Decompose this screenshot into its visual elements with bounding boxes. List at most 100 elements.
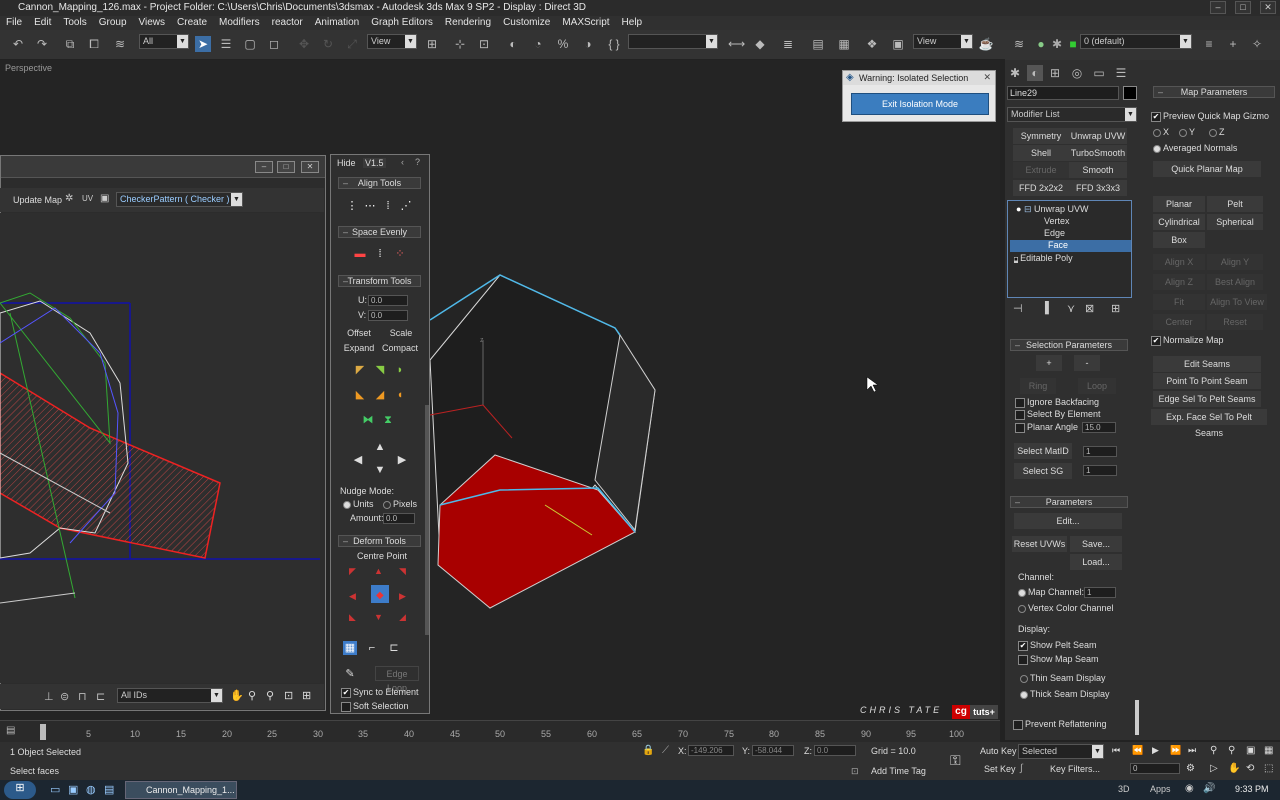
save-button[interactable]: Save...	[1070, 536, 1122, 552]
set-key-button[interactable]: Set Key	[984, 764, 1016, 774]
y-coord-field[interactable]: -58.044	[752, 745, 794, 756]
key-icon[interactable]: ⚿	[950, 752, 961, 769]
point-to-point-seam-button[interactable]: Point To Point Seam	[1153, 373, 1261, 389]
taskbar-3dsmax-task[interactable]: Cannon_Mapping_1...	[125, 781, 237, 799]
best-align-button[interactable]: Best Align	[1207, 274, 1263, 290]
link-icon[interactable]: ⧉	[62, 36, 78, 52]
nudge-right-icon[interactable]: ▶	[395, 453, 409, 467]
layer-freeze-icon[interactable]: ✱	[1049, 36, 1065, 52]
menu-item-reactor[interactable]: reactor	[266, 16, 309, 30]
parameters-header[interactable]: Parameters	[1010, 496, 1128, 508]
menu-item-edit[interactable]: Edit	[28, 16, 57, 30]
map-channel-spinner[interactable]: 1	[1084, 587, 1116, 598]
z-coord-field[interactable]: 0.0	[814, 745, 856, 756]
edit-seams-button[interactable]: Edit Seams	[1153, 356, 1261, 372]
rotate-90-icon[interactable]: ◥	[373, 363, 387, 377]
flip-90-icon[interactable]: ◢	[373, 388, 387, 402]
maximize-viewport-icon[interactable]: ⬚	[1264, 763, 1273, 774]
zoom-extents-icon[interactable]: ▣	[1246, 745, 1255, 756]
layer-manager-icon[interactable]: ≣	[780, 36, 796, 52]
utilities-tab-icon[interactable]: ☰	[1113, 65, 1129, 81]
texture-dropdown[interactable]: CheckerPattern ( Checker )	[116, 192, 243, 207]
reset-button[interactable]: Reset	[1207, 314, 1263, 330]
light-bulb-icon[interactable]: ●	[1016, 204, 1021, 214]
select-by-element-checkbox[interactable]: Select By Element	[1015, 409, 1101, 420]
prevent-reflattening-checkbox[interactable]: Prevent Reflattening	[1013, 719, 1107, 730]
tray-volume-icon[interactable]: 🔊	[1203, 783, 1215, 794]
named-selection-dropdown[interactable]	[628, 34, 718, 49]
remove-modifier-icon[interactable]: ⊠	[1085, 302, 1094, 315]
thin-seam-radio[interactable]: Thin Seam Display	[1020, 673, 1106, 683]
menu-item-customize[interactable]: Customize	[497, 16, 556, 30]
align-icon[interactable]: ◆	[752, 36, 768, 52]
quick-render-icon[interactable]: ☕	[978, 36, 994, 52]
edge-loop-button[interactable]: Edge Loop	[375, 666, 419, 693]
deform-tools-header[interactable]: Deform Tools	[338, 535, 421, 547]
create-tab-icon[interactable]: ✱	[1007, 65, 1023, 81]
minimize-icon[interactable]: –	[255, 161, 273, 173]
panel-scrollbar[interactable]	[425, 405, 429, 635]
object-name-field[interactable]: Line29	[1007, 86, 1119, 100]
v-spinner[interactable]: 0.0	[368, 310, 408, 321]
time-tag-icon[interactable]: ⊡	[851, 766, 859, 777]
show-desktop-icon[interactable]: ▭	[50, 783, 60, 796]
rotate-cw-icon[interactable]: ◗	[393, 363, 407, 377]
pan-view-icon[interactable]: ✋	[1228, 763, 1240, 774]
maximize-icon[interactable]: □	[1235, 1, 1251, 14]
expand-button[interactable]: Expand	[339, 341, 379, 356]
rotate-ccw-icon[interactable]: ◤	[353, 363, 367, 377]
menu-item-rendering[interactable]: Rendering	[439, 16, 497, 30]
key-mode-dropdown[interactable]: Selected	[1018, 744, 1104, 759]
vertex-color-channel-radio[interactable]: Vertex Color Channel	[1018, 603, 1114, 613]
add-to-layer-icon[interactable]: +	[1225, 36, 1241, 52]
current-frame-field[interactable]: 0	[1130, 763, 1180, 774]
layer-color-icon[interactable]: ■	[1065, 36, 1081, 52]
close-icon[interactable]: ✕	[983, 72, 991, 83]
align-y-button[interactable]: Align Y	[1207, 254, 1263, 270]
menu-item-help[interactable]: Help	[616, 16, 649, 30]
select-manipulate-icon[interactable]: ⊹	[452, 36, 468, 52]
layers-icon[interactable]: ≋	[1011, 36, 1027, 52]
uv-lock-icon[interactable]: ⊓	[78, 690, 87, 703]
stack-item-vertex[interactable]: Vertex	[1044, 216, 1070, 226]
current-layer-dropdown[interactable]: 0 (default)	[1080, 34, 1192, 49]
maximize-icon[interactable]: □	[277, 161, 295, 173]
checker-icon[interactable]: ✲	[65, 193, 73, 204]
x-coord-field[interactable]: -149.206	[688, 745, 734, 756]
nudge-up-icon[interactable]: ▲	[373, 440, 387, 454]
key-filters-button[interactable]: Key Filters...	[1050, 764, 1100, 774]
command-panel-scrollbar[interactable]	[1135, 700, 1139, 735]
mirror-h-icon[interactable]: ⧓	[361, 413, 375, 427]
hide-button[interactable]: Hide	[337, 158, 356, 168]
align-to-view-button[interactable]: Align To View	[1207, 294, 1267, 310]
flip-cw-icon[interactable]: ◖	[393, 388, 407, 402]
shrink-selection-button[interactable]: -	[1074, 355, 1100, 371]
smooth-button[interactable]: Smooth	[1069, 162, 1127, 178]
transform-tools-header[interactable]: Transform Tools	[338, 275, 421, 287]
add-time-tag-button[interactable]: Add Time Tag	[871, 766, 926, 776]
mirror-v-icon[interactable]: ⧗	[381, 413, 395, 427]
uv-stack-icon[interactable]: ⊜	[60, 690, 69, 703]
motion-tab-icon[interactable]: ◎	[1069, 65, 1085, 81]
spherical-button[interactable]: Spherical	[1207, 214, 1263, 230]
planar-angle-checkbox[interactable]: Planar Angle	[1015, 422, 1078, 433]
window-crossing-icon[interactable]: ◻	[266, 36, 282, 52]
named-selection-icon[interactable]: { }	[606, 36, 622, 52]
expand-icon[interactable]: ⊟	[1024, 204, 1032, 214]
percent-snap-icon[interactable]: %	[555, 36, 571, 52]
unwrap-uvw-button[interactable]: Unwrap UVW	[1069, 128, 1127, 144]
layer-visibility-icon[interactable]: ●	[1033, 36, 1049, 52]
make-unique-icon[interactable]: ⋎	[1067, 302, 1075, 315]
offset-button[interactable]: Offset	[341, 326, 377, 341]
modifier-list-dropdown[interactable]: Modifier List	[1007, 107, 1137, 122]
edit-uvw-button[interactable]: Edit...	[1014, 513, 1122, 529]
close-icon[interactable]: ✕	[1260, 1, 1276, 14]
stack-item[interactable]: ● ⊟ Unwrap UVW	[1010, 204, 1130, 215]
map-parameters-header[interactable]: Map Parameters	[1153, 86, 1275, 98]
stack-item-edge[interactable]: Edge	[1044, 228, 1065, 238]
display-tab-icon[interactable]: ▭	[1091, 65, 1107, 81]
reset-uvws-button[interactable]: Reset UVWs	[1012, 536, 1067, 552]
z-radio[interactable]: Z	[1209, 127, 1225, 137]
zoom-all-icon[interactable]: ⚲	[1228, 745, 1235, 756]
keyboard-shortcut-icon[interactable]: ⊡	[476, 36, 492, 52]
